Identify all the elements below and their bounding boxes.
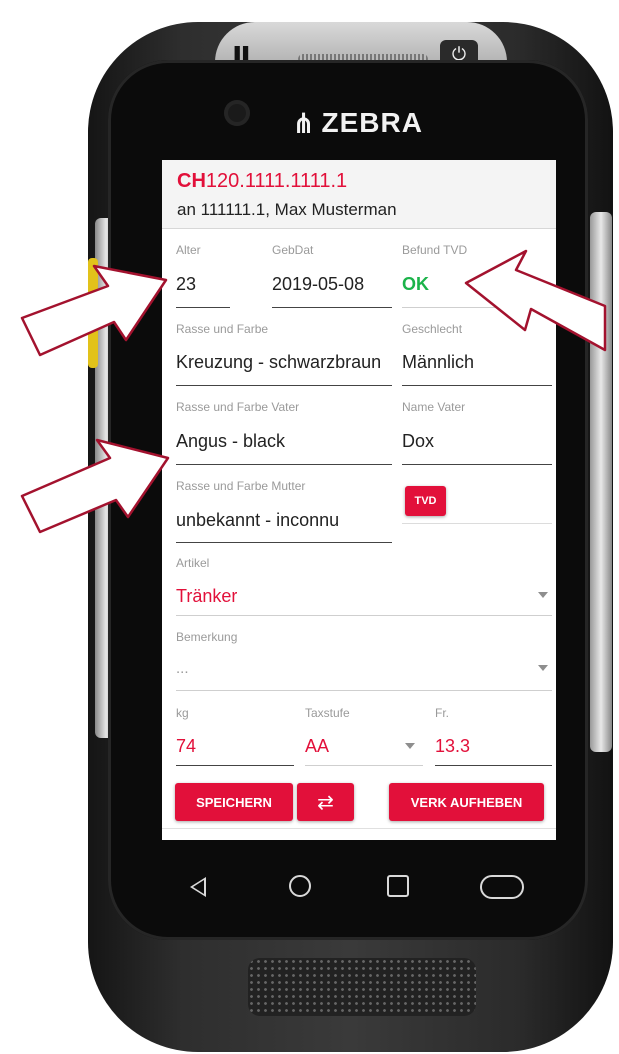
- assistant-icon[interactable]: [480, 875, 524, 899]
- rasse-farbe-vater-underline: [176, 464, 392, 465]
- save-button[interactable]: SPEICHERN: [175, 783, 293, 821]
- country-prefix: CH: [177, 170, 206, 192]
- rasse-farbe-field[interactable]: Kreuzung - schwarzbraun: [176, 352, 392, 373]
- rasse-farbe-mutter-field[interactable]: unbekannt - inconnu: [176, 510, 339, 531]
- rasse-farbe-mutter-underline: [176, 542, 392, 543]
- rasse-farbe-vater-label: Rasse und Farbe Vater: [176, 400, 300, 414]
- befund-tvd-underline: [402, 307, 552, 308]
- artikel-select[interactable]: Tränker: [176, 586, 237, 607]
- swap-icon[interactable]: ⇄: [297, 783, 354, 821]
- rasse-farbe-underline: [176, 385, 392, 386]
- gebdat-field[interactable]: 2019-05-08: [272, 274, 364, 295]
- artikel-label: Artikel: [176, 556, 210, 570]
- bemerkung-select[interactable]: ...: [176, 660, 189, 677]
- cancel-sale-button[interactable]: VERK AUFHEBEN: [389, 783, 544, 821]
- artikel-caret-icon[interactable]: [538, 592, 548, 598]
- taxstufe-select[interactable]: AA: [305, 736, 329, 757]
- fr-underline: [435, 765, 552, 766]
- back-icon[interactable]: [190, 877, 206, 897]
- befund-tvd-value: OK: [402, 274, 429, 294]
- bemerkung-label: Bemerkung: [176, 630, 238, 644]
- animal-header: CH120.1111.1111.1 an 111111.1, Max Muste…: [162, 160, 556, 229]
- taxstufe-caret-icon[interactable]: [405, 743, 415, 749]
- name-vater-field[interactable]: Dox: [402, 431, 434, 452]
- camera-icon: [224, 100, 250, 126]
- alter-underline: [176, 307, 230, 308]
- fr-label: Fr.: [435, 706, 449, 720]
- geschlecht-underline: [402, 385, 552, 386]
- bemerkung-caret-icon[interactable]: [538, 665, 548, 671]
- gebdat-label: GebDat: [272, 243, 314, 257]
- gebdat-underline: [272, 307, 392, 308]
- bemerkung-underline: [176, 690, 552, 691]
- app-screen: CH120.1111.1111.1 an 111111.1, Max Muste…: [162, 160, 556, 840]
- befund-tvd-label: Befund TVD: [402, 243, 468, 257]
- name-vater-underline: [402, 464, 552, 465]
- side-rail-right: [590, 212, 612, 752]
- fr-field[interactable]: 13.3: [435, 736, 470, 757]
- kg-underline: [176, 765, 294, 766]
- name-vater-label: Name Vater: [402, 400, 466, 414]
- geschlecht-field[interactable]: Männlich: [402, 352, 474, 373]
- alter-label: Alter: [176, 243, 201, 257]
- rasse-farbe-label: Rasse und Farbe: [176, 322, 269, 336]
- recent-apps-icon[interactable]: [387, 875, 409, 897]
- brand-name: ZEBRA: [321, 107, 423, 138]
- zebra-mark-icon: ⋔: [292, 106, 316, 140]
- kg-field[interactable]: 74: [176, 736, 196, 757]
- tvd-button[interactable]: TVD: [405, 486, 446, 516]
- scan-key[interactable]: [88, 258, 98, 368]
- animal-id: CH120.1111.1111.1: [177, 170, 347, 193]
- tvd-underline: [402, 523, 552, 524]
- rasse-farbe-mutter-label: Rasse und Farbe Mutter: [176, 479, 306, 493]
- brand-logo: ⋔ ZEBRA: [292, 103, 423, 143]
- speaker-grille: [248, 958, 476, 1016]
- taxstufe-underline: [305, 765, 423, 766]
- geschlecht-label: Geschlecht: [402, 322, 463, 336]
- rasse-farbe-vater-field[interactable]: Angus - black: [176, 431, 285, 452]
- kg-label: kg: [176, 706, 189, 720]
- alter-field[interactable]: 23: [176, 274, 196, 295]
- actions-divider: [162, 828, 556, 829]
- android-nav-bar: [162, 845, 556, 941]
- taxstufe-label: Taxstufe: [305, 706, 350, 720]
- owner-line: an 111111.1, Max Musterman: [177, 200, 397, 219]
- animal-number: 120.1111.1111.1: [205, 170, 348, 192]
- home-icon[interactable]: [289, 875, 311, 897]
- artikel-underline: [176, 615, 552, 616]
